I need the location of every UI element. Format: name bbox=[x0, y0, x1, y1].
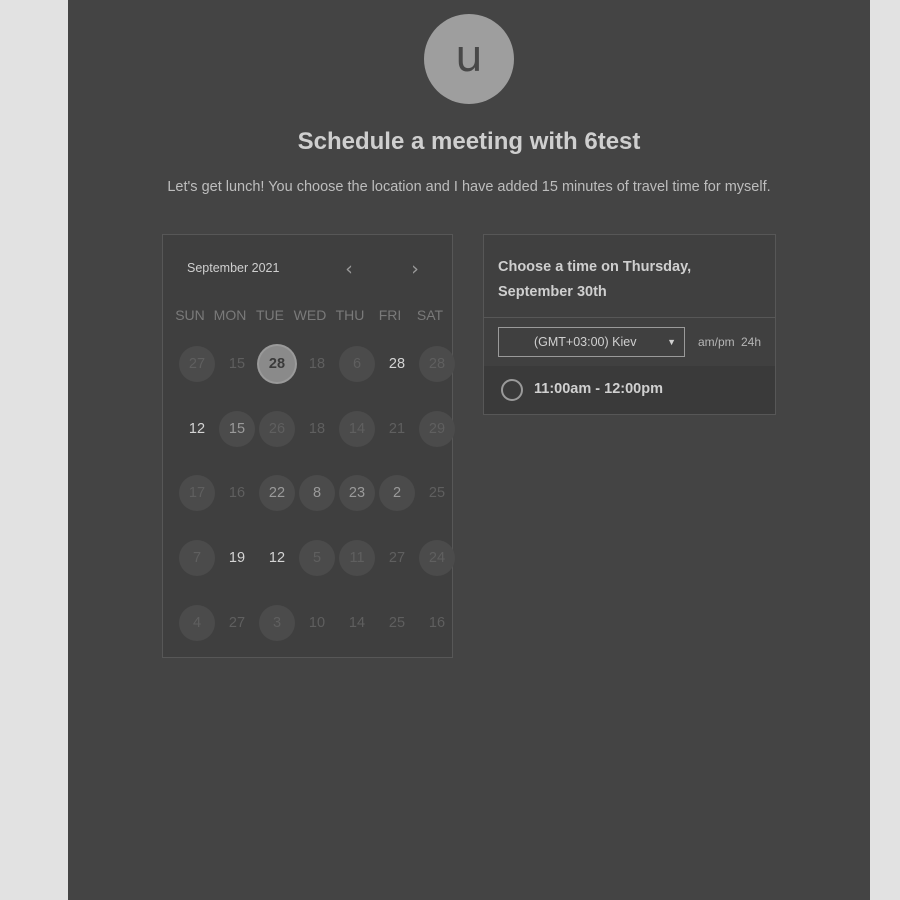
timezone-select[interactable]: (GMT+03:00) Kiev ▼ bbox=[498, 327, 685, 357]
calendar-day: 26 bbox=[259, 411, 295, 447]
calendar-day: 7 bbox=[179, 540, 215, 576]
calendar-day: 5 bbox=[299, 540, 335, 576]
calendar-day: 15 bbox=[228, 356, 246, 372]
chevron-right-icon[interactable]: › bbox=[405, 259, 425, 279]
radio-button-icon[interactable] bbox=[501, 379, 523, 401]
caret-down-icon: ▼ bbox=[667, 337, 676, 347]
calendar-day-available[interactable]: 12 bbox=[259, 540, 295, 576]
page-title: Schedule a meeting with 6test bbox=[297, 128, 641, 155]
calendar-day: 27 bbox=[228, 615, 246, 631]
divider bbox=[484, 317, 775, 318]
date-picker-calendar: September 2021 ‹ › SUN MON TUE WED THU F… bbox=[162, 234, 455, 658]
calendar-day: 15 bbox=[219, 411, 255, 447]
calendar-day: 10 bbox=[308, 615, 326, 631]
calendar-day-available[interactable]: 19 bbox=[219, 540, 255, 576]
calendar-day: 23 bbox=[339, 475, 375, 511]
calendar-day: 18 bbox=[308, 421, 326, 437]
calendar-day: 8 bbox=[299, 475, 335, 511]
time-panel-heading: Choose a time on Thursday, September 30t… bbox=[498, 255, 758, 305]
weekday-sat: SAT bbox=[416, 307, 444, 323]
time-panel-heading-line2: September 30th bbox=[498, 284, 607, 300]
calendar-day: 2 bbox=[379, 475, 415, 511]
weekday-mon: MON bbox=[213, 307, 247, 323]
calendar-day-available[interactable]: 28 bbox=[379, 346, 415, 382]
calendar-day: 6 bbox=[339, 346, 375, 382]
weekday-wed: WED bbox=[293, 307, 327, 323]
calendar-day: 16 bbox=[428, 615, 446, 631]
chevron-left-icon[interactable]: ‹ bbox=[339, 259, 359, 279]
weekday-fri: FRI bbox=[378, 307, 402, 323]
weekday-sun: SUN bbox=[175, 307, 205, 323]
month-label: September 2021 bbox=[187, 261, 280, 275]
calendar-day-selected[interactable]: 28 bbox=[259, 346, 295, 382]
calendar-day: 14 bbox=[339, 411, 375, 447]
format-ampm-toggle[interactable]: am/pm bbox=[698, 335, 735, 349]
calendar-day: 22 bbox=[259, 475, 295, 511]
calendar-day: 25 bbox=[388, 615, 406, 631]
calendar-day: 27 bbox=[388, 550, 406, 566]
time-slot-label: 11:00am - 12:00pm bbox=[534, 381, 663, 397]
calendar-day: 3 bbox=[259, 605, 295, 641]
calendar-day: 4 bbox=[179, 605, 215, 641]
booking-page: u Schedule a meeting with 6test Let's ge… bbox=[68, 0, 870, 900]
calendar-day: 24 bbox=[419, 540, 455, 576]
format-24h-toggle[interactable]: 24h bbox=[741, 335, 761, 349]
meeting-description: Let's get lunch! You choose the location… bbox=[167, 179, 771, 195]
time-slot-panel: Choose a time on Thursday, September 30t… bbox=[483, 234, 776, 415]
calendar-day-available[interactable]: 12 bbox=[179, 411, 215, 447]
weekday-thu: THU bbox=[335, 307, 365, 323]
weekday-tue: TUE bbox=[256, 307, 284, 323]
calendar-day: 17 bbox=[179, 475, 215, 511]
host-avatar: u bbox=[424, 14, 514, 104]
calendar-day: 18 bbox=[308, 356, 326, 372]
time-slot-option[interactable]: 11:00am - 12:00pm bbox=[484, 366, 775, 414]
calendar-day: 29 bbox=[419, 411, 455, 447]
time-panel-heading-line1: Choose a time on Thursday, bbox=[498, 259, 692, 275]
timezone-value: (GMT+03:00) Kiev bbox=[534, 335, 637, 349]
calendar-day: 28 bbox=[419, 346, 455, 382]
calendar-day: 25 bbox=[428, 485, 446, 501]
calendar-day: 21 bbox=[388, 421, 406, 437]
calendar-day: 27 bbox=[179, 346, 215, 382]
calendar-day: 16 bbox=[228, 485, 246, 501]
calendar-day: 11 bbox=[339, 540, 375, 576]
calendar-day: 14 bbox=[348, 615, 366, 631]
